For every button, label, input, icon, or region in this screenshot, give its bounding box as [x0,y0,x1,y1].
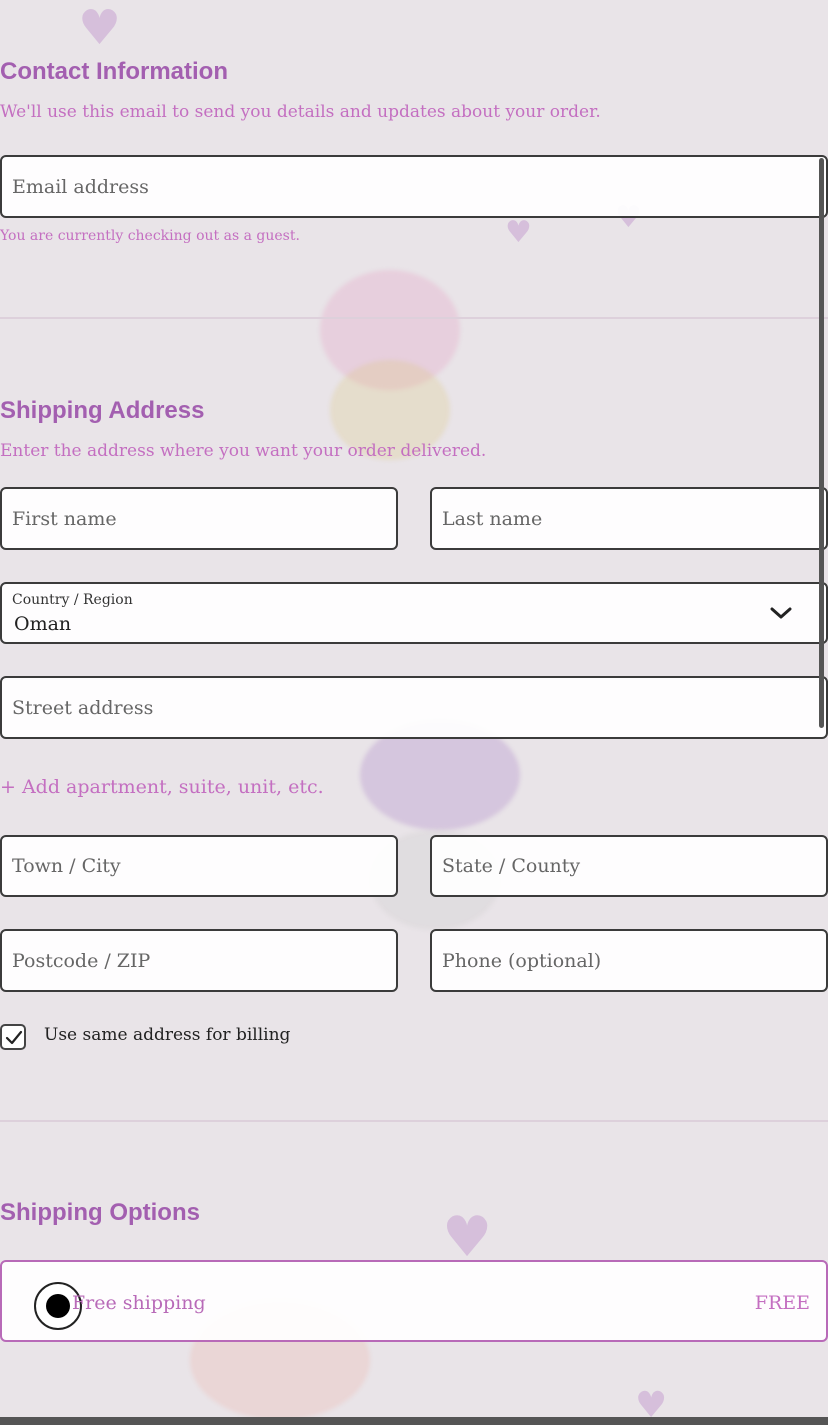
radio-selected-dot [46,1294,70,1318]
shipping-option-free[interactable]: Free shipping FREE [0,1260,828,1342]
postcode-input[interactable] [12,949,396,972]
street-address-input[interactable] [12,696,826,719]
chevron-down-icon[interactable] [770,606,792,620]
country-select-label: Country / Region [12,592,133,608]
phone-input[interactable] [442,949,826,972]
city-field[interactable] [0,835,398,897]
contact-section-description: We'll use this email to send you details… [0,102,601,122]
phone-field[interactable] [430,929,828,992]
heart-icon: ♥ [505,215,532,250]
shipping-section-description: Enter the address where you want your or… [0,441,487,461]
country-select-value: Oman [14,613,72,635]
add-apartment-link[interactable]: + Add apartment, suite, unit, etc. [0,776,324,798]
city-input[interactable] [12,855,396,877]
email-input[interactable] [12,175,826,198]
first-name-input[interactable] [12,507,396,530]
last-name-input[interactable] [442,507,826,530]
section-divider [0,317,828,319]
checkmark-icon [5,1030,23,1045]
section-divider [0,1120,828,1122]
same-billing-label[interactable]: Use same address for billing [44,1025,290,1045]
contact-section-title: Contact Information [0,58,228,85]
first-name-field[interactable] [0,487,398,550]
shipping-section-title: Shipping Address [0,397,205,424]
country-select[interactable]: Country / Region Oman [0,582,828,644]
guest-checkout-note: You are currently checking out as a gues… [0,228,300,244]
state-input[interactable] [442,855,826,877]
last-name-field[interactable] [430,487,828,550]
shipping-options-title: Shipping Options [0,1199,200,1226]
street-address-field[interactable] [0,676,828,739]
heart-icon: ♥ [78,0,122,56]
email-field[interactable] [0,155,828,218]
shipping-option-label: Free shipping [72,1292,206,1314]
shipping-option-price: FREE [754,1292,810,1314]
same-billing-checkbox[interactable] [0,1024,26,1050]
state-field[interactable] [430,835,828,897]
scrollbar[interactable] [819,158,824,728]
postcode-field[interactable] [0,929,398,992]
bottom-bar [0,1417,828,1425]
